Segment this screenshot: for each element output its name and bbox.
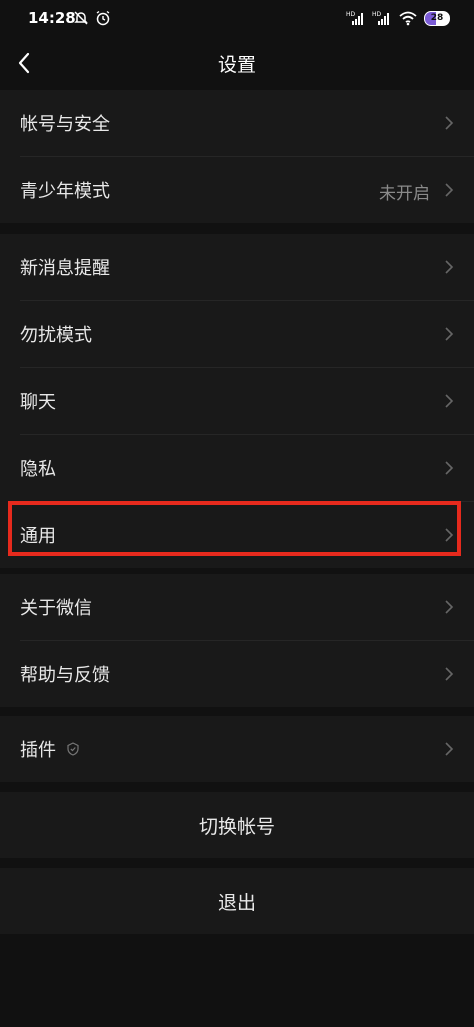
row-help-feedback[interactable]: 帮助与反馈 — [0, 641, 474, 707]
settings-group-account: 帐号与安全 青少年模式 未开启 — [0, 90, 474, 223]
chevron-right-icon — [445, 116, 454, 130]
chevron-right-icon — [445, 183, 454, 197]
chevron-right-icon — [445, 600, 454, 614]
switch-account-button[interactable]: 切换帐号 — [0, 792, 474, 858]
row-general[interactable]: 通用 — [0, 502, 474, 568]
row-label: 关于微信 — [20, 598, 92, 619]
row-label: 帮助与反馈 — [20, 665, 110, 686]
row-account-security[interactable]: 帐号与安全 — [0, 90, 474, 156]
page-title: 设置 — [217, 54, 256, 76]
chevron-right-icon — [445, 742, 454, 756]
status-bar: 14:28 HD HD 28 — [0, 0, 474, 38]
settings-group-about: 关于微信 帮助与反馈 — [0, 574, 474, 707]
signal-hd-icon-2: HD — [372, 11, 389, 25]
row-plugins[interactable]: 插件 — [0, 716, 474, 782]
switch-account-label: 切换帐号 — [198, 815, 275, 838]
row-label: 勿扰模式 — [20, 325, 92, 346]
wifi-icon — [399, 11, 417, 26]
status-time: 14:28 — [28, 9, 76, 27]
settings-group-general: 新消息提醒 勿扰模式 聊天 隐私 通用 — [0, 234, 474, 568]
plugin-icon — [67, 742, 79, 756]
logout-label: 退出 — [217, 891, 256, 914]
row-label: 通用 — [20, 526, 56, 547]
row-label: 插件 — [20, 740, 56, 761]
nav-bar: 设置 — [0, 38, 474, 88]
chevron-right-icon — [445, 461, 454, 475]
svg-text:HD: HD — [346, 11, 356, 18]
svg-text:HD: HD — [372, 11, 382, 18]
logout-button[interactable]: 退出 — [0, 868, 474, 934]
row-privacy[interactable]: 隐私 — [0, 435, 474, 501]
row-chat[interactable]: 聊天 — [0, 368, 474, 434]
chevron-right-icon — [445, 394, 454, 408]
row-teen-mode[interactable]: 青少年模式 未开启 — [0, 157, 474, 223]
row-about-wechat[interactable]: 关于微信 — [0, 574, 474, 640]
row-label: 隐私 — [20, 459, 56, 480]
settings-group-plugins: 插件 — [0, 716, 474, 782]
alarm-clock-icon — [96, 10, 110, 26]
silent-bell-icon — [74, 11, 88, 25]
chevron-right-icon — [445, 528, 454, 542]
battery-icon: 28 — [424, 10, 450, 26]
row-value: 未开启 — [379, 184, 430, 204]
chevron-right-icon — [445, 260, 454, 274]
row-label: 青少年模式 — [20, 181, 110, 202]
signal-hd-icon: HD — [346, 11, 363, 25]
row-label: 聊天 — [20, 392, 56, 413]
chevron-right-icon — [445, 327, 454, 341]
row-new-message-alert[interactable]: 新消息提醒 — [0, 234, 474, 300]
chevron-right-icon — [445, 667, 454, 681]
row-label: 帐号与安全 — [20, 114, 110, 135]
row-label: 新消息提醒 — [20, 258, 110, 279]
row-do-not-disturb[interactable]: 勿扰模式 — [0, 301, 474, 367]
